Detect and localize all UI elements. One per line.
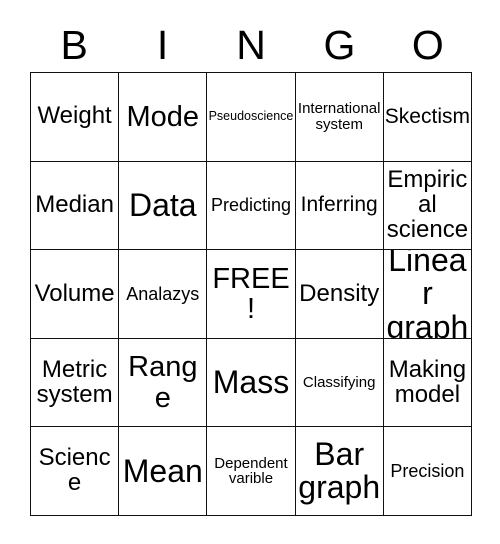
bingo-cell[interactable]: Mean xyxy=(119,427,208,516)
header-letter-g: G xyxy=(323,21,356,68)
bingo-cell-label: Mean xyxy=(122,452,203,489)
bingo-cell[interactable]: Skectism xyxy=(383,73,472,162)
bingo-cell[interactable]: Science xyxy=(31,427,120,516)
bingo-cell[interactable]: Inferring xyxy=(295,161,384,251)
bingo-cell[interactable]: Pseudoscience xyxy=(207,73,296,162)
bingo-cell-label: Classifying xyxy=(302,373,376,391)
bingo-cell[interactable]: Range xyxy=(119,338,208,428)
header-letter-o: O xyxy=(411,21,444,68)
bingo-cell-label: Making model xyxy=(388,355,467,408)
header-letter-b: B xyxy=(60,21,88,68)
bingo-cell[interactable]: Density xyxy=(295,250,384,339)
bingo-cell-label: Density xyxy=(299,279,380,307)
bingo-cell[interactable]: Metric system xyxy=(31,338,120,428)
bingo-cell-label: Analazys xyxy=(126,283,200,304)
bingo-cell[interactable]: Dependent varible xyxy=(207,427,296,516)
bingo-header: B I N G O xyxy=(30,18,472,72)
bingo-cell-label: International system xyxy=(297,100,381,133)
bingo-cell-label: Metric system xyxy=(36,355,113,408)
bingo-cell[interactable]: Linear graph xyxy=(383,250,472,339)
header-letter-i: I xyxy=(156,21,169,68)
bingo-cell-label: Mode xyxy=(126,100,200,133)
bingo-cell[interactable]: International system xyxy=(295,73,384,162)
bingo-cell[interactable]: Making model xyxy=(383,338,472,428)
bingo-cell-label: Empirical science xyxy=(386,165,469,243)
bingo-cell[interactable]: Mode xyxy=(119,73,208,162)
bingo-cell-label: Range xyxy=(128,351,198,414)
bingo-cell-label: Science xyxy=(38,444,111,497)
bingo-cell[interactable]: Data xyxy=(119,161,208,251)
bingo-cell-label: Predicting xyxy=(210,195,292,216)
bingo-cell[interactable]: Volume xyxy=(31,250,120,339)
bingo-grid: Weight Mode Pseudoscience International sys… xyxy=(30,72,472,516)
bingo-cell[interactable]: Mass xyxy=(207,338,296,428)
bingo-cell-label: Linear graph xyxy=(386,250,469,339)
bingo-cell-label: Bar graph xyxy=(298,435,381,506)
bingo-cell-label: FREE! xyxy=(212,262,290,325)
bingo-cell[interactable]: Bar graph xyxy=(295,427,384,516)
bingo-cell-label: Mass xyxy=(212,363,290,400)
bingo-cell-label: Inferring xyxy=(300,193,378,217)
header-letter-n: N xyxy=(236,21,266,68)
bingo-cell-label: Weight xyxy=(37,102,112,130)
bingo-cell-free[interactable]: FREE! xyxy=(207,250,296,339)
bingo-cell[interactable]: Weight xyxy=(31,73,120,162)
bingo-cell[interactable]: Median xyxy=(31,161,120,251)
bingo-cell-label: Skectism xyxy=(384,104,470,128)
bingo-cell-label: Data xyxy=(128,186,197,223)
bingo-card: B I N G O Weight Mode Pseudoscience Interna… xyxy=(0,0,500,544)
bingo-cell-label: Median xyxy=(35,190,114,218)
bingo-cell-label: Precision xyxy=(390,460,465,481)
bingo-cell[interactable]: Empirical science xyxy=(383,161,472,251)
bingo-cell[interactable]: Precision xyxy=(383,427,472,516)
bingo-cell-label: Dependent varible xyxy=(214,454,288,488)
bingo-cell[interactable]: Classifying xyxy=(295,338,384,428)
bingo-cell-label: Pseudoscience xyxy=(208,109,294,124)
bingo-cell[interactable]: Predicting xyxy=(207,161,296,251)
bingo-cell-label: Volume xyxy=(34,279,115,307)
bingo-cell[interactable]: Analazys xyxy=(119,250,208,339)
